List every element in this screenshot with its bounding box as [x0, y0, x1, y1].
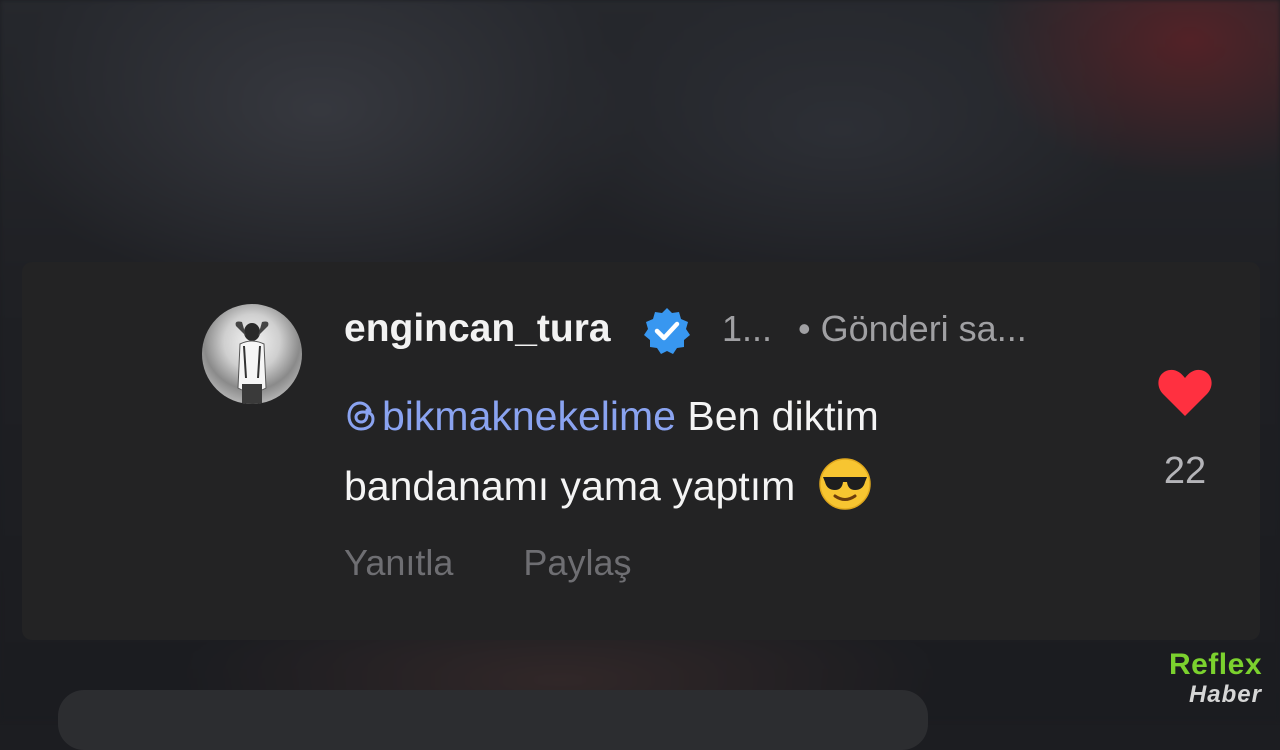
reply-button[interactable]: Yanıtla [344, 540, 453, 586]
post-author-meta: • Gönderi sa... [798, 308, 1027, 349]
comment-text-second: bandanamı yama yaptım [344, 463, 796, 509]
heart-icon[interactable] [1155, 362, 1215, 422]
comment-text-line2: bandanamı yama yaptım [344, 456, 873, 510]
share-button[interactable]: Paylaş [523, 540, 631, 586]
threads-icon [347, 401, 375, 431]
comment-username[interactable]: engincan_tura [344, 306, 611, 352]
verified-badge-icon [644, 308, 690, 354]
comment-card [22, 262, 1260, 640]
avatar-figure-icon [235, 321, 269, 404]
watermark-logo: Reflex Haber [1142, 648, 1262, 708]
mention-link[interactable]: bikmaknekelime [344, 393, 676, 439]
next-comment-card-edge [58, 690, 928, 750]
mention-username: bikmaknekelime [382, 393, 676, 439]
sunglasses-emoji-icon [818, 458, 871, 510]
avatar[interactable] [202, 304, 302, 404]
comment-text-line1: bikmaknekelime Ben diktim [344, 390, 879, 442]
comment-text-rest: Ben diktim [675, 393, 879, 439]
comment-timestamp: 1... [722, 308, 773, 349]
watermark-sub: Haber [1188, 681, 1262, 708]
comment-actions: Yanıtla Paylaş [344, 540, 631, 586]
like-count: 22 [1163, 450, 1207, 492]
watermark-brand: Reflex [1168, 648, 1262, 681]
